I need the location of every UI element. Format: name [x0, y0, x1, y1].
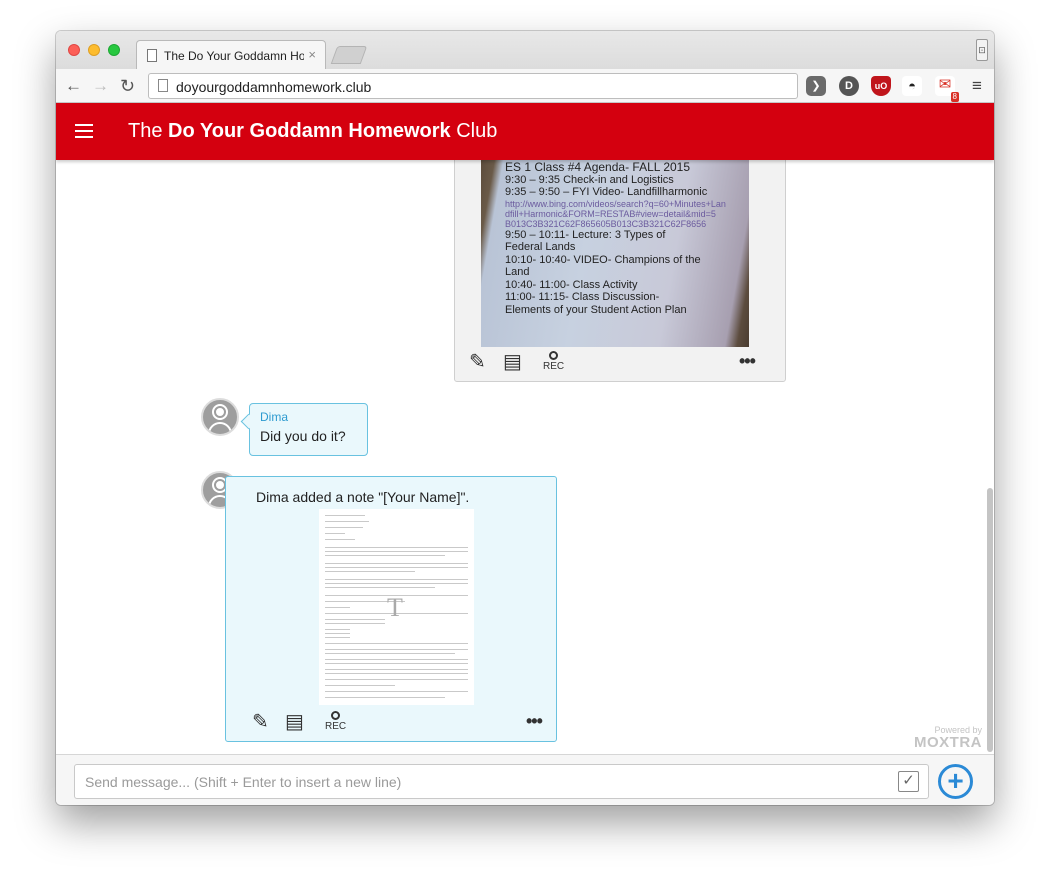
note-message-card[interactable]: Dima added a note "[Your Name]". T ✎ ▤ R…: [225, 476, 557, 742]
pocket-extension-icon[interactable]: ❯: [806, 76, 826, 96]
app-title-bold: Do Your Goddamn Homework: [168, 120, 451, 142]
agenda-photo[interactable]: ES 1 Class #4 Agenda- FALL 2015 9:30 – 9…: [481, 160, 749, 347]
photo-line: 9:50 – 10:11- Lecture: 3 Types of: [505, 228, 666, 241]
ublock-extension-icon[interactable]: uO: [871, 76, 891, 96]
photo-line: Land: [505, 266, 530, 278]
text-cursor-icon: T: [387, 593, 403, 622]
photo-line: http://www.bing.com/videos/search?q=60+M…: [505, 198, 726, 209]
photo-line: dfill+Harmonic&FORM=RESTAB#view=detail&m…: [505, 208, 716, 219]
comment-icon[interactable]: ▤: [285, 711, 304, 733]
tab-title: The Do Your Goddamn Homework Club: [164, 49, 304, 63]
photo-text: ES 1 Class #4 Agenda- FALL 2015 9:30 – 9…: [505, 161, 735, 316]
photo-line: 9:30 – 9:35 Check-in and Logistics: [505, 173, 674, 186]
browser-tab[interactable]: The Do Your Goddamn Homework Club ×: [136, 40, 326, 70]
new-tab-button[interactable]: [330, 46, 368, 64]
photo-line: 10:40- 11:00- Class Activity: [505, 278, 638, 291]
maximize-window-button[interactable]: [108, 44, 120, 56]
photo-line: 9:35 – 9:50 – FYI Video- Landfillharmoni…: [505, 186, 708, 198]
rec-label: REC: [325, 721, 347, 732]
message-composer: ✓ +: [56, 754, 994, 805]
photo-line: Elements of your Student Action Plan: [505, 303, 687, 316]
browser-toolbar: ← → ↻ doyourgoddamnhomework.club ❯ D uO …: [56, 69, 994, 103]
record-icon[interactable]: REC: [543, 351, 564, 372]
app-title-prefix: The: [128, 120, 169, 142]
note-card-actions: ✎ ▤ REC •••: [226, 707, 556, 741]
mask-extension-icon[interactable]: ◓: [902, 76, 922, 96]
note-document-preview[interactable]: T: [319, 509, 474, 705]
scrollbar-thumb[interactable]: [987, 488, 993, 752]
plus-circle-icon[interactable]: +: [938, 764, 973, 799]
message-input[interactable]: [74, 764, 929, 799]
photo-line: 10:10- 10:40- VIDEO- Champions of the: [505, 253, 701, 266]
photo-card-actions: ✎ ▤ REC •••: [455, 347, 785, 381]
message-author[interactable]: Dima: [260, 410, 288, 424]
checklist-icon[interactable]: ✓: [898, 771, 919, 792]
browser-window: The Do Your Goddamn Homework Club × ⊡ ← …: [56, 31, 994, 805]
rec-label: REC: [543, 361, 565, 372]
photo-line: ES 1 Class #4 Agenda- FALL 2015: [505, 161, 691, 174]
timeline-scrollbar[interactable]: [986, 160, 994, 754]
powered-by: Powered by MOXTRA: [892, 725, 982, 751]
address-url: doyourgoddamnhomework.club: [176, 79, 372, 95]
gmail-extension-icon[interactable]: ✉ 8: [935, 76, 959, 102]
comment-icon[interactable]: ▤: [503, 351, 522, 373]
profile-icon[interactable]: ⊡: [976, 39, 988, 61]
minimize-window-button[interactable]: [88, 44, 100, 56]
address-bar[interactable]: doyourgoddamnhomework.club: [148, 73, 798, 99]
d-extension-icon[interactable]: D: [839, 76, 859, 96]
pencil-icon[interactable]: ✎: [469, 351, 486, 373]
close-window-button[interactable]: [68, 44, 80, 56]
back-arrow-icon[interactable]: ←: [65, 76, 82, 96]
app-title: The Do Your Goddamn Homework Club: [128, 120, 497, 143]
photo-line: 11:00- 11:15- Class Discussion-: [505, 291, 660, 303]
pencil-icon[interactable]: ✎: [252, 711, 269, 733]
message-text: Did you do it?: [260, 428, 346, 444]
chat-bubble[interactable]: Dima Did you do it?: [249, 403, 368, 456]
forward-arrow-icon[interactable]: →: [92, 76, 109, 96]
tab-strip: The Do Your Goddamn Homework Club × ⊡: [56, 31, 994, 70]
note-title: Dima added a note "[Your Name]".: [256, 489, 470, 505]
app-title-suffix: Club: [450, 120, 498, 142]
photo-line: Federal Lands: [505, 241, 576, 253]
browser-menu-icon[interactable]: ≡: [967, 76, 987, 96]
moxtra-logo: MOXTRA: [914, 734, 982, 751]
gmail-badge: 8: [950, 92, 959, 102]
record-icon[interactable]: REC: [325, 711, 346, 732]
app-header: The Do Your Goddamn Homework Club: [56, 103, 994, 160]
photo-message-card[interactable]: ES 1 Class #4 Agenda- FALL 2015 9:30 – 9…: [454, 160, 786, 382]
page-icon: [147, 49, 157, 62]
reload-icon[interactable]: ↻: [120, 76, 135, 96]
more-icon[interactable]: •••: [526, 711, 543, 732]
tab-close-icon[interactable]: ×: [308, 47, 316, 62]
photo-line: B013C3B321C62F865605B013C3B321C62F8656: [505, 218, 707, 229]
more-icon[interactable]: •••: [739, 351, 756, 372]
chat-timeline[interactable]: ES 1 Class #4 Agenda- FALL 2015 9:30 – 9…: [56, 160, 994, 754]
avatar[interactable]: [201, 398, 239, 436]
hamburger-menu-icon[interactable]: [75, 124, 93, 138]
page-icon: [158, 79, 168, 92]
